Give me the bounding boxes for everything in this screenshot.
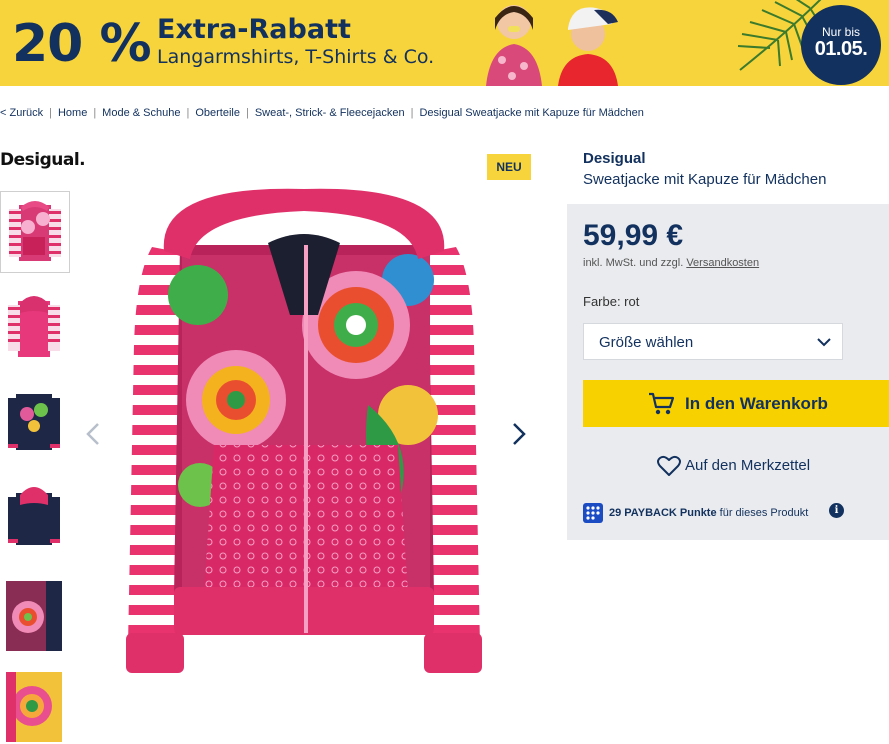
info-icon[interactable]: i bbox=[829, 503, 844, 518]
product-price: 59,99 € bbox=[583, 219, 684, 252]
new-badge: NEU bbox=[487, 154, 531, 180]
thumbnail-4[interactable] bbox=[0, 476, 70, 558]
thumbnail-3[interactable] bbox=[0, 381, 70, 463]
product-brand[interactable]: Desigual bbox=[583, 150, 646, 167]
price-note: inkl. MwSt. und zzgl. Versandkosten bbox=[583, 257, 759, 269]
payback-info: 29 PAYBACK Punkte für dieses Produkt i bbox=[583, 502, 883, 524]
breadcrumb-separator: | bbox=[49, 107, 52, 119]
payback-suffix: für dieses Produkt bbox=[719, 507, 809, 519]
thumbnail-1[interactable] bbox=[0, 191, 70, 273]
breadcrumb-separator: | bbox=[245, 107, 249, 119]
jacket-navy-thumb-image bbox=[8, 394, 60, 450]
banner-percent: 20 % bbox=[12, 14, 152, 74]
banner-kids-image bbox=[486, 5, 618, 86]
heart-icon bbox=[657, 455, 681, 476]
thumbnail-5[interactable] bbox=[0, 576, 70, 658]
breadcrumb-separator: | bbox=[93, 107, 97, 119]
banner-title: Extra-Rabatt bbox=[157, 14, 351, 45]
badge-line2: 01.05. bbox=[814, 38, 868, 60]
breadcrumb-separator: | bbox=[186, 107, 190, 119]
breadcrumb-jacken[interactable]: Sweat-, Strick- & Fleecejacken bbox=[255, 107, 405, 119]
breadcrumb-mode-schuhe[interactable]: Mode & Schuhe bbox=[102, 107, 180, 119]
add-to-wishlist-button[interactable]: Auf den Merkzettel bbox=[583, 450, 889, 482]
jacket-back-thumb-image bbox=[8, 296, 60, 357]
thumbnail-2[interactable] bbox=[0, 286, 70, 368]
size-select[interactable]: Größe wählen bbox=[583, 323, 843, 360]
price-note-text: inkl. MwSt. und zzgl. bbox=[583, 257, 684, 269]
breadcrumb-separator: | bbox=[410, 107, 414, 119]
jacket-pattern-thumb-image bbox=[6, 672, 62, 742]
badge-line1: Nur bis bbox=[821, 25, 860, 39]
add-to-cart-button[interactable]: In den Warenkorb bbox=[583, 380, 889, 427]
jacket-front-thumb-image bbox=[9, 201, 61, 261]
brand-logo[interactable]: Desigual. bbox=[0, 150, 86, 170]
chevron-right-icon[interactable] bbox=[512, 420, 526, 453]
payback-icon bbox=[583, 503, 603, 523]
thumbnail-6[interactable] bbox=[0, 667, 70, 744]
chevron-left-icon[interactable] bbox=[86, 420, 100, 453]
product-title: Sweatjacke mit Kapuze für Mädchen bbox=[583, 171, 827, 188]
color-label: Farbe: rot bbox=[583, 294, 640, 309]
jacket-detail-thumb-image bbox=[6, 581, 62, 651]
cart-icon bbox=[649, 392, 675, 415]
chevron-down-icon bbox=[817, 338, 831, 347]
banner-subtitle: Langarmshirts, T-Shirts & Co. bbox=[157, 46, 435, 68]
product-main-image[interactable] bbox=[118, 185, 490, 690]
promo-date-badge: Nur bis 01.05. bbox=[801, 5, 881, 85]
shipping-costs-link[interactable]: Versandkosten bbox=[686, 257, 759, 269]
add-to-cart-label: In den Warenkorb bbox=[685, 394, 828, 413]
breadcrumb-current[interactable]: Desigual Sweatjacke mit Kapuze für Mädch… bbox=[419, 107, 643, 119]
payback-text: 29 PAYBACK Punkte für dieses Produkt bbox=[609, 507, 808, 519]
breadcrumb-oberteile[interactable]: Oberteile bbox=[195, 107, 240, 119]
payback-points: 29 PAYBACK Punkte bbox=[609, 507, 717, 519]
add-to-wishlist-label: Auf den Merkzettel bbox=[685, 457, 811, 474]
jacket-navy-back-thumb-image bbox=[8, 487, 60, 545]
breadcrumb-home[interactable]: Home bbox=[58, 107, 87, 119]
breadcrumb: < Zurück | Home | Mode & Schuhe | Oberteile | Sw… bbox=[0, 107, 644, 119]
breadcrumb-back-link[interactable]: < Zurück bbox=[0, 107, 43, 119]
promo-banner[interactable]: 20 % Extra-Rabatt Langarmshirts, T-Shirt… bbox=[0, 0, 889, 86]
size-select-label: Größe wählen bbox=[599, 334, 694, 351]
buy-box bbox=[567, 204, 889, 540]
